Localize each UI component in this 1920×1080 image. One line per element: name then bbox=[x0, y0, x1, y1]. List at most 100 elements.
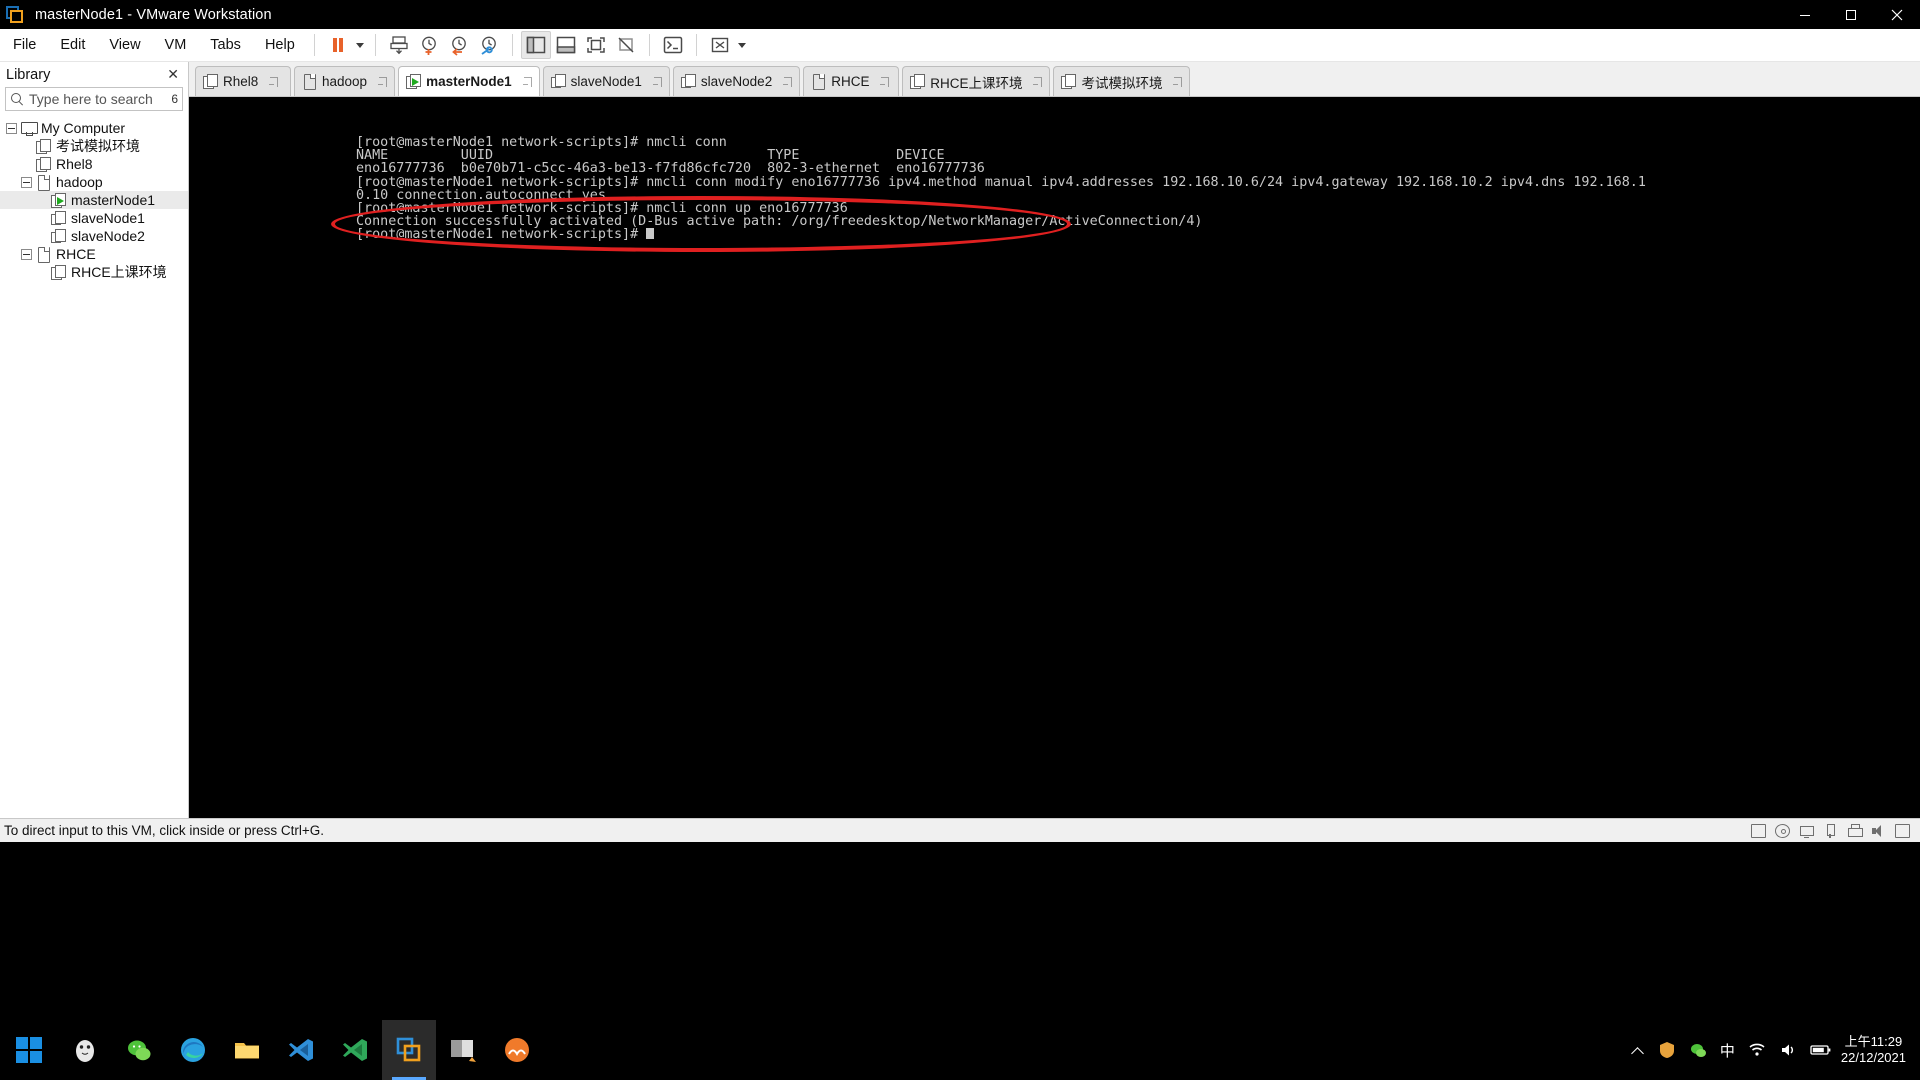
snapshot-manager-button[interactable] bbox=[474, 31, 504, 59]
tab-hadoop[interactable]: hadoop bbox=[294, 66, 396, 96]
chevron-up-icon[interactable] bbox=[1631, 1043, 1645, 1057]
expand-arrows-icon[interactable] bbox=[705, 31, 735, 59]
terminal-line: [root@masterNode1 network-scripts]# bbox=[356, 228, 1646, 242]
ime-indicator[interactable]: 中 bbox=[1720, 1040, 1735, 1061]
send-ctrl-alt-del-button[interactable] bbox=[384, 31, 414, 59]
taskbar-app-edge[interactable] bbox=[166, 1020, 220, 1080]
printer-icon[interactable] bbox=[1847, 823, 1863, 838]
menu-help[interactable]: Help bbox=[254, 33, 306, 57]
tab-close-icon[interactable] bbox=[652, 75, 664, 89]
show-thumbnails-button[interactable] bbox=[551, 31, 581, 59]
vm-cluster-icon bbox=[680, 74, 696, 89]
tab-close-icon[interactable] bbox=[377, 75, 389, 89]
tab-rhel8[interactable]: Rhel8 bbox=[195, 66, 291, 96]
taskbar-app-wechat[interactable] bbox=[112, 1020, 166, 1080]
sidebar-item-rhce[interactable]: RHCE bbox=[0, 245, 188, 263]
taskbar-app-vscode-insiders[interactable] bbox=[328, 1020, 382, 1080]
console-icon[interactable] bbox=[658, 31, 688, 59]
vm-single-icon bbox=[36, 246, 51, 263]
tab-考试模拟环境[interactable]: 考试模拟环境 bbox=[1053, 66, 1191, 96]
vm-cluster-icon bbox=[550, 74, 566, 89]
hard-disk-icon[interactable] bbox=[1751, 823, 1766, 838]
taskbar-app-vscode[interactable] bbox=[274, 1020, 328, 1080]
taskbar-app-screenshot[interactable] bbox=[436, 1020, 490, 1080]
tab-slavenode1[interactable]: slaveNode1 bbox=[542, 66, 670, 96]
search-input[interactable] bbox=[29, 91, 169, 107]
suspend-button[interactable] bbox=[323, 31, 353, 59]
tab-close-icon[interactable] bbox=[268, 75, 280, 89]
tab-label: masterNode1 bbox=[426, 74, 512, 89]
menu-vm[interactable]: VM bbox=[154, 33, 198, 57]
revert-snapshot-button[interactable] bbox=[444, 31, 474, 59]
sidebar-item-my-computer[interactable]: My Computer bbox=[0, 119, 188, 137]
security-icon[interactable] bbox=[1658, 1041, 1676, 1059]
usb-device-icon[interactable] bbox=[1823, 823, 1838, 838]
taskbar-app-file-explorer[interactable] bbox=[220, 1020, 274, 1080]
display-icon[interactable] bbox=[1895, 823, 1910, 838]
tree-collapse-icon[interactable] bbox=[21, 248, 32, 260]
menu-file[interactable]: File bbox=[2, 33, 47, 57]
tab-rhce[interactable]: RHCE bbox=[803, 66, 900, 96]
tab-close-icon[interactable] bbox=[1172, 75, 1184, 89]
menu-view[interactable]: View bbox=[98, 33, 151, 57]
tab-label: RHCE bbox=[831, 74, 870, 89]
sound-card-icon[interactable] bbox=[1871, 824, 1886, 838]
snapshot-button[interactable] bbox=[414, 31, 444, 59]
fullscreen-icon[interactable] bbox=[581, 31, 611, 59]
toolbar-separator bbox=[695, 34, 697, 56]
tab-close-icon[interactable] bbox=[522, 75, 534, 89]
sidebar-item-rhce上课环境[interactable]: RHCE上课环境 bbox=[0, 263, 188, 281]
search-box[interactable]: 6 bbox=[5, 87, 183, 111]
sidebar-item-masternode1[interactable]: masterNode1 bbox=[0, 191, 188, 209]
close-icon[interactable] bbox=[1874, 0, 1920, 29]
tab-rhce上课环境[interactable]: RHCE上课环境 bbox=[902, 66, 1051, 96]
clock-time: 上午11:29 bbox=[1844, 1034, 1903, 1049]
taskbar-clock[interactable]: 上午11:29 22/12/2021 bbox=[1841, 1034, 1912, 1066]
sidebar-item-slavenode1[interactable]: slaveNode1 bbox=[0, 209, 188, 227]
maximize-icon[interactable] bbox=[1828, 0, 1874, 29]
taskbar-app-qq[interactable] bbox=[58, 1020, 112, 1080]
tab-slavenode2[interactable]: slaveNode2 bbox=[672, 66, 801, 96]
monitor-icon bbox=[21, 121, 38, 136]
tab-label: slaveNode2 bbox=[700, 74, 773, 89]
tree-collapse-icon[interactable] bbox=[6, 122, 17, 134]
vm-console[interactable]: [root@masterNode1 network-scripts]# nmcl… bbox=[190, 98, 1920, 818]
tree-collapse-icon[interactable] bbox=[21, 176, 32, 188]
taskbar-app-other[interactable] bbox=[490, 1020, 544, 1080]
wechat-tray-icon[interactable] bbox=[1689, 1041, 1707, 1059]
show-library-button[interactable] bbox=[520, 31, 551, 59]
window-controls bbox=[1782, 0, 1920, 29]
sidebar-item-rhel8[interactable]: Rhel8 bbox=[0, 155, 188, 173]
cd-drive-icon[interactable] bbox=[1775, 823, 1790, 838]
library-close-icon[interactable]: ✕ bbox=[164, 66, 182, 83]
menu-edit[interactable]: Edit bbox=[49, 33, 96, 57]
sidebar-item-slavenode2[interactable]: slaveNode2 bbox=[0, 227, 188, 245]
sidebar-item-hadoop[interactable]: hadoop bbox=[0, 173, 188, 191]
toolbar-separator bbox=[648, 34, 650, 56]
tab-label: Rhel8 bbox=[223, 74, 259, 89]
toolbar-separator bbox=[511, 34, 513, 56]
vm-single-icon bbox=[302, 74, 317, 90]
tab-close-icon[interactable] bbox=[879, 75, 891, 89]
windows-start-icon[interactable] bbox=[0, 1020, 58, 1080]
window-title: masterNode1 - VMware Workstation bbox=[35, 6, 272, 23]
tab-close-icon[interactable] bbox=[1032, 75, 1044, 89]
terminal-line: [root@masterNode1 network-scripts]# nmcl… bbox=[356, 174, 1646, 190]
wifi-icon[interactable] bbox=[1748, 1041, 1766, 1059]
tab-label: slaveNode1 bbox=[570, 74, 642, 89]
sidebar-item-考试模拟环境[interactable]: 考试模拟环境 bbox=[0, 137, 188, 155]
tab-masternode1[interactable]: masterNode1 bbox=[398, 66, 540, 96]
menu-bar: File Edit View VM Tabs Help bbox=[0, 29, 1920, 62]
menu-tabs[interactable]: Tabs bbox=[199, 33, 252, 57]
taskbar-app-vmware[interactable] bbox=[382, 1020, 436, 1080]
battery-icon[interactable] bbox=[1810, 1041, 1831, 1059]
chevron-down-icon[interactable] bbox=[353, 31, 367, 59]
unity-mode-icon[interactable] bbox=[611, 31, 641, 59]
vm-single-icon bbox=[811, 74, 826, 90]
minimize-icon[interactable] bbox=[1782, 0, 1828, 29]
vmware-logo-icon bbox=[5, 4, 27, 26]
volume-icon[interactable] bbox=[1779, 1041, 1797, 1059]
stretch-dropdown-chevron-down-icon[interactable] bbox=[735, 31, 749, 59]
network-adapter-icon[interactable] bbox=[1799, 824, 1814, 838]
tab-close-icon[interactable] bbox=[782, 75, 794, 89]
